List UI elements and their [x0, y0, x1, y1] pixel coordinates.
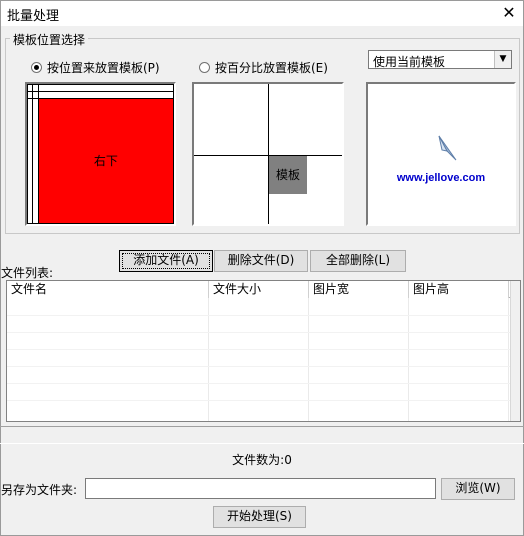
column-header-width[interactable]: 图片宽 [309, 281, 409, 298]
start-button[interactable]: 开始处理(S) [213, 506, 306, 528]
template-select-value: 使用当前模板 [373, 55, 446, 69]
percent-grid[interactable]: 模板 [192, 82, 344, 226]
chevron-down-icon[interactable]: ▼ [494, 51, 511, 68]
grid-divider [268, 84, 269, 224]
remove-file-button[interactable]: 删除文件(D) [214, 250, 308, 272]
row-gridline [7, 349, 520, 350]
file-list[interactable]: 文件名 文件大小 图片宽 图片高 [6, 280, 521, 422]
close-icon[interactable]: ✕ [498, 3, 520, 23]
preview-url-text: www.jellove.com [396, 172, 486, 184]
column-gridline [308, 298, 309, 421]
column-gridline [508, 298, 509, 421]
file-count: 文件数为:0 [232, 453, 292, 467]
row-gridline [7, 332, 520, 333]
column-header-height[interactable]: 图片高 [409, 281, 509, 298]
radio-checked-icon [31, 62, 42, 73]
radio-by-position[interactable]: 按位置来放置模板(P) [31, 59, 160, 76]
add-files-button[interactable]: 添加文件(A) [119, 250, 213, 272]
title-bar: 批量处理 ✕ [1, 1, 523, 26]
row-gridline [7, 366, 520, 367]
paper-plane-icon [436, 134, 458, 165]
radio-by-position-label: 按位置来放置模板(P) [47, 61, 160, 75]
column-gridline [408, 298, 409, 421]
grid-cell-top-right[interactable] [37, 84, 175, 92]
template-select[interactable]: 使用当前模板 ▼ [368, 50, 512, 69]
row-gridline [7, 315, 520, 316]
column-header-filesize[interactable]: 文件大小 [209, 281, 309, 298]
row-gridline [7, 400, 520, 401]
status-bar [0, 426, 524, 444]
column-header-filename[interactable]: 文件名 [7, 281, 209, 298]
grid-cell-bottom-right[interactable]: 右下 [37, 97, 175, 225]
row-gridline [7, 383, 520, 384]
group-title: 模板位置选择 [10, 31, 89, 48]
position-grid: 右下 [25, 82, 176, 226]
column-gridline [208, 298, 209, 421]
list-scrollbar[interactable] [510, 281, 520, 421]
browse-button[interactable]: 浏览(W) [441, 478, 515, 500]
template-preview: www.jellove.com [366, 82, 516, 226]
radio-by-percent[interactable]: 按百分比放置模板(E) [199, 59, 328, 76]
radio-unchecked-icon [199, 62, 210, 73]
grid-cell-middle-right[interactable] [37, 90, 175, 99]
focus-ring [122, 253, 210, 269]
template-marker[interactable]: 模板 [269, 156, 307, 194]
list-header: 文件名 文件大小 图片宽 图片高 [7, 281, 520, 298]
file-list-label: 文件列表: [1, 266, 54, 280]
save-folder-input[interactable] [85, 478, 436, 499]
remove-all-button[interactable]: 全部删除(L) [310, 250, 406, 272]
window-title: 批量处理 [7, 9, 60, 24]
save-folder-label: 另存为文件夹: [1, 483, 78, 497]
radio-by-percent-label: 按百分比放置模板(E) [215, 61, 328, 75]
grid-divider [194, 155, 342, 156]
